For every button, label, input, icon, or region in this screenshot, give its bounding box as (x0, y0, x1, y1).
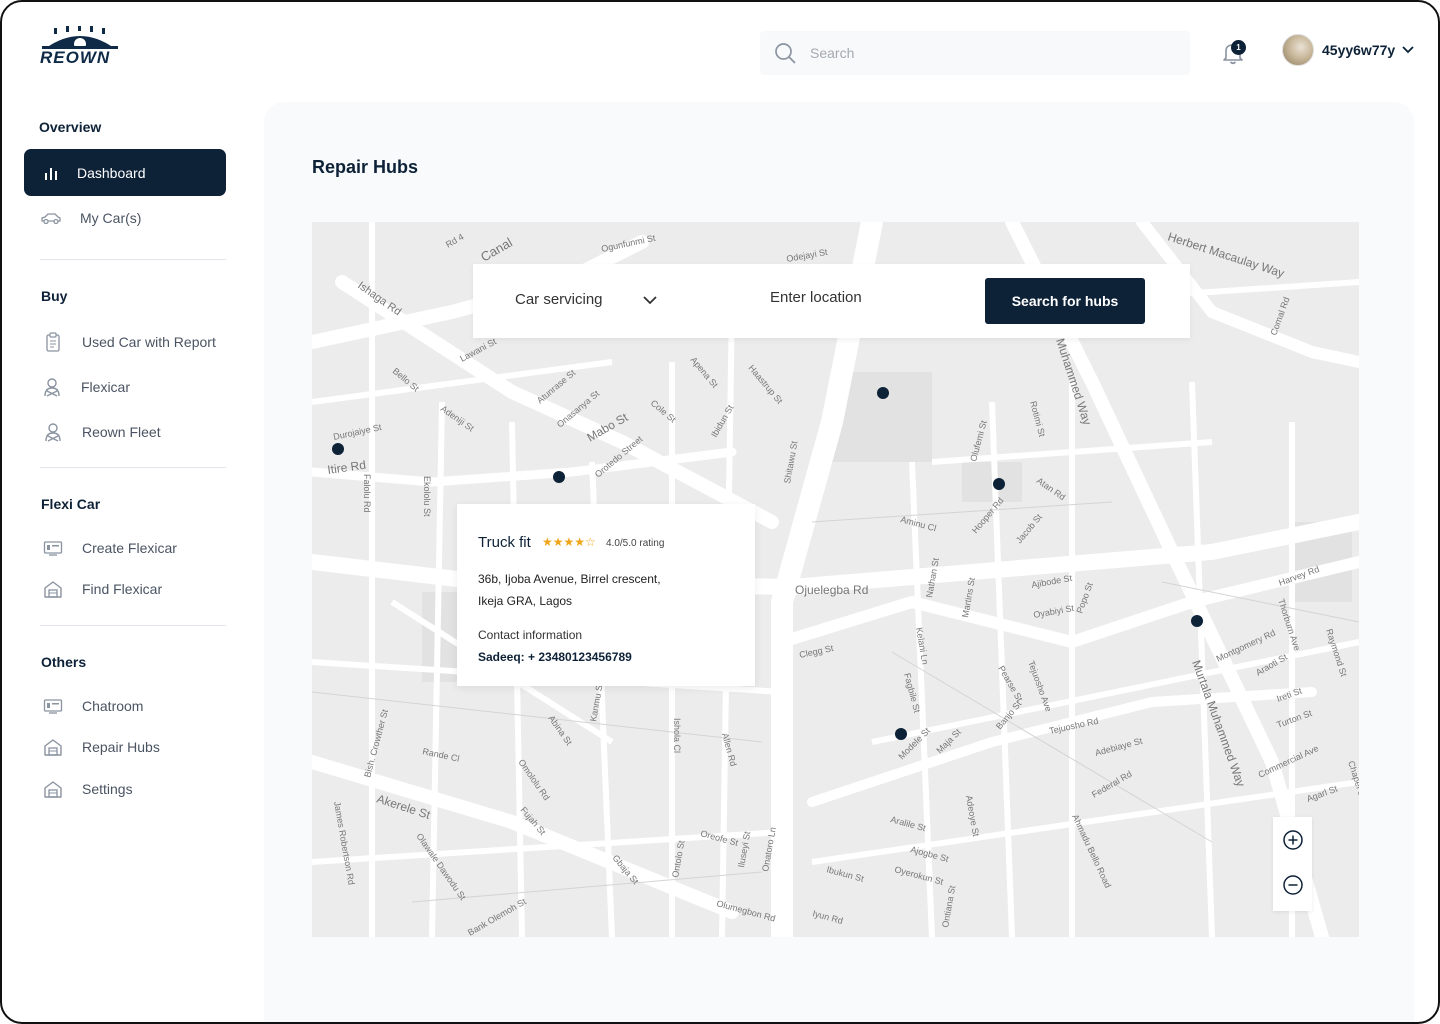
section-title-overview: Overview (39, 119, 102, 135)
hub-marker[interactable] (1191, 615, 1203, 627)
sidebar-item-label: Reown Fleet (82, 424, 161, 440)
sidebar-item-my-cars[interactable]: My Car(s) (40, 207, 141, 229)
sidebar-item-label: Chatroom (82, 698, 144, 714)
clipboard-icon (42, 331, 64, 353)
screen-icon (42, 695, 64, 717)
app-window: REOWN 1 45yy6w77y Overview Dashboard My … (0, 0, 1440, 1024)
sidebar-item-label: Flexicar (81, 379, 131, 395)
hub-address-line: Ikeja GRA, Lagos (478, 594, 573, 608)
rating-stars-icon: ★★★★☆ (542, 535, 596, 549)
search-icon (775, 43, 796, 64)
sidebar-item-label: Create Flexicar (82, 540, 177, 556)
hub-marker[interactable] (993, 478, 1005, 490)
chevron-down-icon[interactable] (642, 293, 658, 307)
hub-address-line: 36b, Ijoba Avenue, Birrel crescent, (478, 572, 661, 586)
avatar (1282, 34, 1314, 66)
service-select[interactable]: Car servicing (515, 291, 603, 308)
sidebar-item-dashboard[interactable]: Dashboard (24, 149, 226, 196)
sidebar-item-label: Find Flexicar (82, 581, 163, 597)
sidebar-item-label: My Car(s) (80, 210, 142, 226)
divider (40, 467, 226, 468)
hub-marker[interactable] (553, 471, 565, 483)
sidebar-item-repair-hubs[interactable]: Repair Hubs (42, 736, 160, 758)
screen-icon (42, 537, 64, 559)
zoom-controls (1273, 817, 1312, 911)
hub-marker[interactable] (877, 387, 889, 399)
hub-info-card[interactable]: Truck fit ★★★★☆ 4.0/5.0 rating 36b, Ijob… (457, 504, 755, 686)
sidebar-item-settings[interactable]: Settings (42, 778, 133, 800)
brand-name: REOWN (40, 48, 111, 67)
map-label: Falolu Rd (362, 474, 372, 513)
hub-marker[interactable] (895, 728, 907, 740)
contact-value[interactable]: Sadeeq: + 23480123456789 (478, 650, 632, 664)
page-title: Repair Hubs (312, 157, 419, 177)
garage-icon (42, 736, 64, 758)
notification-badge: 1 (1231, 40, 1246, 55)
hub-rating: 4.0/5.0 rating (606, 538, 665, 549)
hub-address: 36b, Ijoba Avenue, Birrel crescent, Ikej… (478, 568, 738, 612)
hub-marker[interactable] (332, 443, 344, 455)
search-hubs-button[interactable]: Search for hubs (985, 278, 1145, 324)
sidebar-item-chatroom[interactable]: Chatroom (42, 695, 143, 717)
car-icon (40, 207, 62, 229)
location-input[interactable] (770, 289, 970, 306)
driver-icon (41, 376, 63, 398)
bar-chart-icon (40, 162, 62, 184)
plus-circle-icon[interactable] (1282, 829, 1304, 851)
sidebar-item-label: Dashboard (77, 164, 146, 181)
map-label: Ishola Cl (672, 718, 682, 753)
divider (40, 259, 226, 260)
driver-icon (42, 421, 64, 443)
section-title-others: Others (41, 654, 87, 670)
username: 45yy6w77y (1322, 42, 1396, 58)
chevron-down-icon (1402, 46, 1414, 54)
garage-icon (42, 578, 64, 600)
sidebar-item-label: Repair Hubs (82, 739, 160, 755)
sidebar-item-find-flexicar[interactable]: Find Flexicar (42, 578, 162, 600)
sidebar-item-reown-fleet[interactable]: Reown Fleet (42, 421, 161, 443)
divider (40, 625, 226, 626)
sidebar-item-flexicar[interactable]: Flexicar (41, 376, 130, 398)
section-title-buy: Buy (41, 288, 68, 304)
sidebar-item-label: Used Car with Report (82, 334, 216, 350)
sidebar-item-label: Settings (82, 781, 133, 797)
map-label: Ekololu St (422, 476, 432, 517)
section-title-flexi-car: Flexi Car (41, 496, 101, 512)
user-menu[interactable]: 45yy6w77y (1282, 34, 1415, 66)
sidebar-item-create-flexicar[interactable]: Create Flexicar (42, 537, 177, 559)
garage-icon (42, 778, 64, 800)
search-input[interactable] (810, 45, 1170, 61)
hub-name: Truck fit (478, 534, 531, 551)
header-search[interactable] (760, 31, 1190, 75)
contact-label: Contact information (478, 628, 583, 642)
minus-circle-icon[interactable] (1282, 874, 1304, 896)
sidebar-item-used-car-report[interactable]: Used Car with Report (42, 331, 216, 353)
map-label: Ojuelegba Rd (795, 583, 868, 597)
